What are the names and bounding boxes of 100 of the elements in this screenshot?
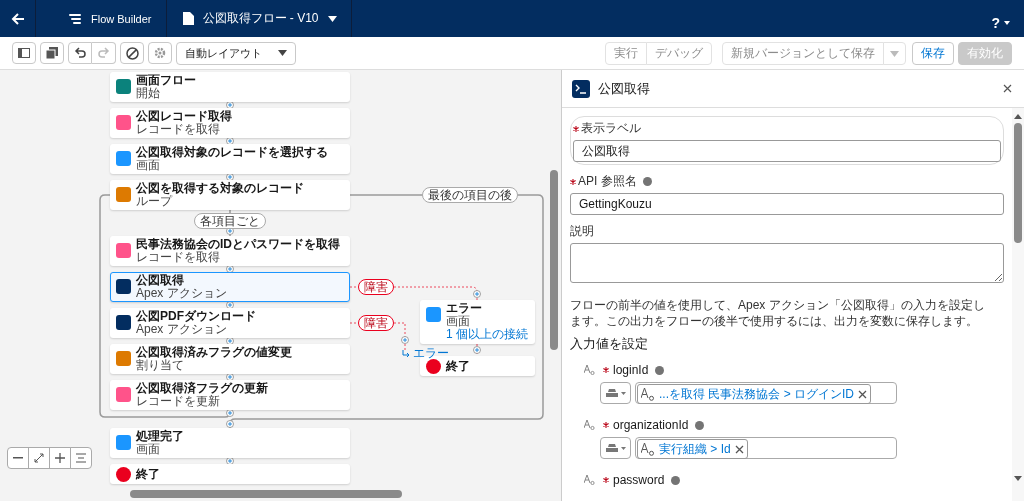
flow-node[interactable]: 公図取得対象のレコードを選択する 画面	[110, 144, 350, 174]
text-area[interactable]	[570, 243, 1004, 283]
back-arrow-icon	[10, 11, 25, 26]
flow-node[interactable]: 公図PDFダウンロード Apex アクション	[110, 308, 350, 338]
fit-view-button[interactable]	[28, 447, 50, 469]
copy-button[interactable]	[40, 42, 64, 64]
scroll-down-icon[interactable]	[1014, 476, 1022, 481]
plus-icon	[55, 453, 65, 463]
input-field[interactable]: ...を取得 民事法務協会 > ログインID	[635, 382, 897, 404]
scrollbar-thumb[interactable]	[550, 170, 558, 350]
info-icon[interactable]	[695, 420, 705, 430]
cancel-button[interactable]	[120, 42, 144, 64]
node-title: 公図取得対象のレコードを選択する	[136, 146, 328, 159]
resource-icon	[605, 444, 618, 452]
toolbar-button[interactable]: 保存	[912, 41, 954, 65]
node-title: 公図取得済フラグの更新	[136, 382, 268, 395]
add-element-icon[interactable]	[401, 336, 409, 344]
resource-picker-button[interactable]	[600, 437, 631, 459]
node-title: 公図取得済みフラグの値変更	[136, 346, 292, 359]
screen-icon	[116, 435, 131, 450]
node-title: 公図PDFダウンロード	[136, 310, 256, 323]
screen-icon	[116, 151, 131, 166]
expand-icon	[34, 453, 44, 463]
flow-node[interactable]: 公図取得済みフラグの値変更 割り当て	[110, 344, 350, 374]
add-element-icon[interactable]	[473, 346, 481, 354]
section-title: 入力値を設定	[570, 335, 649, 353]
connections-link[interactable]: 1 個以上の接続	[446, 328, 528, 341]
scrollbar-thumb[interactable]	[1014, 123, 1022, 243]
add-element-icon[interactable]	[473, 290, 481, 298]
flow-node[interactable]: 処理完了 画面	[110, 428, 350, 458]
reset-view-button[interactable]	[70, 447, 92, 469]
zoom-out-button[interactable]	[7, 447, 29, 469]
input-field[interactable]: 実行組織 > Id	[635, 437, 897, 459]
flow-node[interactable]: 公図レコード取得 レコードを取得	[110, 108, 350, 138]
field-label: 説明	[570, 223, 594, 240]
end-icon	[116, 466, 131, 482]
prohibited-icon	[125, 46, 139, 60]
node-title: 公図取得	[136, 274, 185, 287]
info-icon[interactable]	[655, 365, 665, 375]
resource-icon	[605, 389, 618, 397]
apex-icon	[116, 315, 131, 330]
for-each-label: 各項目ごと	[194, 213, 266, 229]
zoom-in-button[interactable]	[49, 447, 71, 469]
undo-button[interactable]	[68, 42, 92, 64]
flow-node[interactable]: エラー 画面 1 個以上の接続	[420, 300, 535, 344]
flow-node[interactable]: 公図取得 Apex アクション	[110, 272, 350, 302]
remove-icon[interactable]	[734, 444, 744, 454]
node-subtitle: 画面	[136, 443, 161, 456]
add-element-icon[interactable]	[226, 409, 234, 417]
screen-icon	[426, 307, 441, 322]
layout-dropdown[interactable]: 自動レイアウト	[176, 41, 296, 65]
node-title: 処理完了	[136, 430, 184, 443]
flow-node[interactable]: 画面フロー 開始	[110, 72, 350, 102]
toggle-panel-button[interactable]	[12, 42, 36, 64]
add-element-icon[interactable]	[226, 420, 234, 428]
app-title: Flow Builder	[91, 12, 152, 25]
record-get-icon	[116, 115, 131, 130]
assignment-icon	[116, 351, 131, 366]
field-label: API 参照名	[578, 173, 637, 190]
node-title: 公図を取得する対象のレコード	[136, 182, 304, 195]
flow-icon	[68, 11, 82, 26]
goto-arrow-icon	[402, 350, 410, 358]
resource-pill[interactable]: 実行組織 > Id	[637, 439, 748, 459]
flow-name-menu[interactable]: 公図取得フロー - V10	[166, 0, 352, 37]
fault-label[interactable]: 障害	[358, 315, 394, 331]
record-get-icon	[116, 243, 131, 258]
scrollbar-track[interactable]	[1012, 108, 1024, 501]
node-subtitle: レコードを取得	[136, 123, 221, 136]
node-subtitle: 画面	[136, 159, 161, 172]
node-subtitle: ループ	[136, 195, 173, 208]
info-icon[interactable]	[642, 177, 652, 186]
flow-node[interactable]: 公図取得済フラグの更新 レコードを更新	[110, 380, 350, 410]
scroll-up-icon[interactable]	[1014, 114, 1022, 119]
node-title: 画面フロー	[136, 74, 196, 87]
node-subtitle: レコードを更新	[136, 395, 221, 408]
start-icon	[116, 79, 131, 94]
info-icon[interactable]	[671, 475, 681, 485]
node-title: 公図レコード取得	[136, 110, 232, 123]
flow-node[interactable]: 公図を取得する対象のレコード ループ	[110, 180, 350, 210]
input-field[interactable]: GettingKouzu	[570, 193, 1004, 215]
settings-icon	[154, 47, 166, 59]
field-label: 表示ラベル	[581, 120, 641, 137]
node-subtitle: Apex アクション	[136, 287, 227, 300]
end-icon	[426, 358, 441, 374]
flow-node[interactable]: 民事法務協会のIDとパスワードを取得 レコードを取得	[110, 236, 350, 266]
copy-icon	[46, 47, 58, 59]
remove-icon[interactable]	[858, 389, 867, 399]
after-last-label: 最後の項目の後	[422, 187, 518, 203]
scrollbar-thumb[interactable]	[130, 490, 402, 498]
node-subtitle: 開始	[136, 87, 161, 100]
help-menu[interactable]: ?	[977, 14, 1024, 31]
input-field[interactable]: 公図取得	[573, 140, 1001, 162]
resource-picker-button[interactable]	[600, 382, 631, 404]
fault-label[interactable]: 障害	[358, 279, 394, 295]
flow-node[interactable]: 終了	[110, 464, 350, 484]
input-name: password	[613, 473, 665, 487]
undo-icon	[74, 47, 86, 59]
resource-pill[interactable]: ...を取得 民事法務協会 > ログインID	[637, 384, 871, 404]
caret-icon	[1004, 20, 1010, 25]
close-icon	[1003, 84, 1012, 93]
